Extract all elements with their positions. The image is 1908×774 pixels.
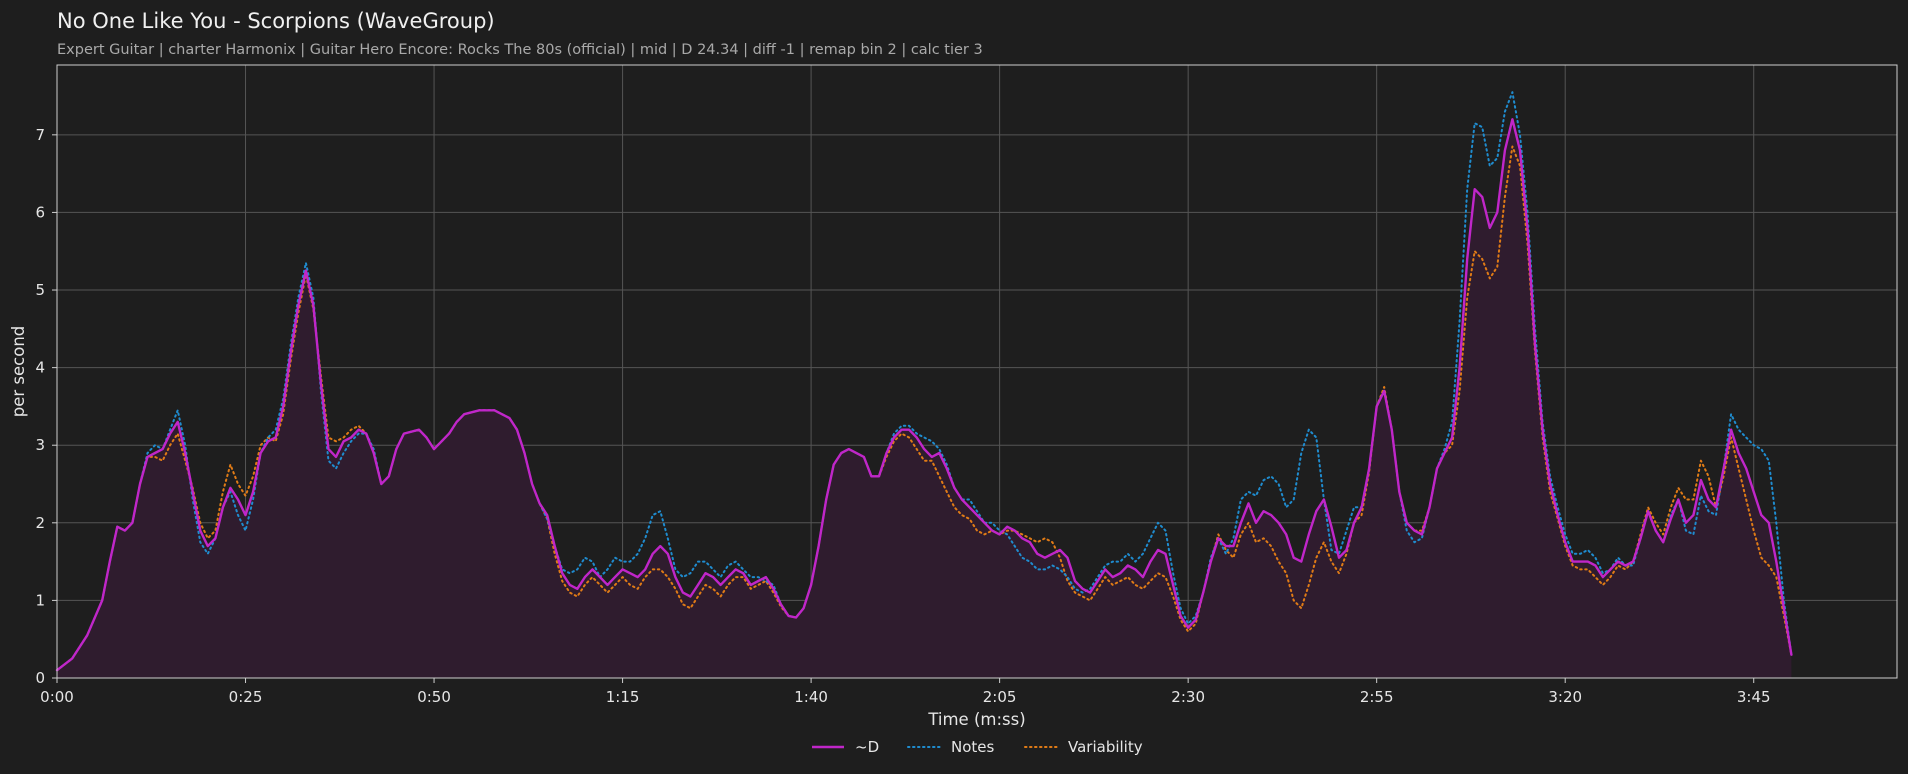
chart-subtitle: Expert Guitar | charter Harmonix | Guita… [57, 42, 983, 58]
x-tick-label: 3:20 [1548, 688, 1582, 706]
legend-label: Variability [1068, 738, 1143, 756]
y-tick-label: 1 [35, 591, 45, 609]
x-axis-label: Time (m:ss) [927, 710, 1025, 729]
x-tick-label: 2:30 [1171, 688, 1205, 706]
x-tick-label: 1:40 [794, 688, 828, 706]
series-fill-area [57, 119, 1792, 679]
x-tick-label: 2:55 [1360, 688, 1394, 706]
chart-title: No One Like You - Scorpions (WaveGroup) [57, 9, 495, 33]
x-tick-label: 0:25 [229, 688, 263, 706]
y-tick-label: 7 [35, 126, 45, 144]
y-tick-label: 4 [35, 359, 45, 377]
x-tick-label: 1:15 [606, 688, 640, 706]
y-tick-label: 5 [35, 281, 45, 299]
y-tick-label: 0 [35, 669, 45, 687]
x-tick-label: 0:50 [417, 688, 451, 706]
legend-label: Notes [951, 738, 995, 756]
fill-layer [57, 119, 1792, 679]
x-tick-label: 3:45 [1737, 688, 1771, 706]
x-tick-label: 2:05 [983, 688, 1017, 706]
y-tick-label: 3 [35, 436, 45, 454]
legend: ~D Notes Variability [812, 738, 1143, 756]
chart: No One Like You - Scorpions (WaveGroup) … [9, 9, 1898, 756]
y-tick-label: 2 [35, 514, 45, 532]
legend-label: ~D [855, 738, 879, 756]
y-tick-label: 6 [35, 203, 45, 221]
y-axis-label: per second [9, 326, 28, 418]
x-tick-label: 0:00 [40, 688, 74, 706]
